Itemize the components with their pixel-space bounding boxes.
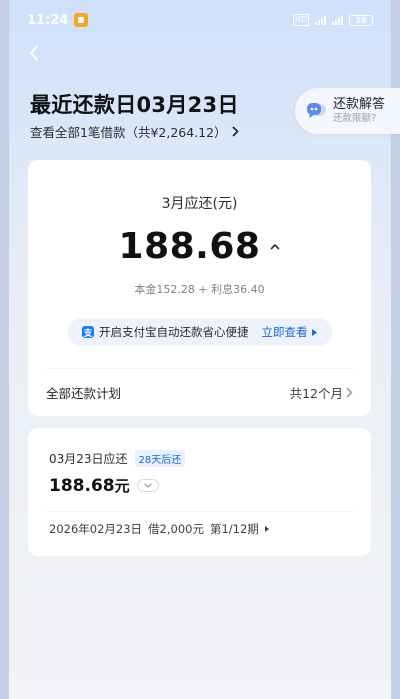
status-indicators: HD 29 [292,14,373,26]
signal-icon [315,15,326,25]
card-divider [46,511,353,512]
triangle-right-icon [311,328,317,336]
due-row: 03月23日应还 28天后还 [49,450,186,467]
faq-text: 还款解答 还款限额? [333,97,385,125]
plan-count: 共12个月 [290,383,353,402]
loan-detail-row[interactable]: 2026年02月23日 借2,000元 第1/12期 [49,521,269,537]
loan-period: 第1/12期 [209,522,259,536]
due-date-label: 03月23日应还 [49,452,128,466]
chat-bubble-icon [305,101,327,121]
principal-interest-breakdown: 本金152.28 + 利息36.40 [134,283,265,296]
current-bill-card: 3月应还(元) 188.68 本金152.28 + 利息36.40 支 开启支付… [28,160,371,416]
chevron-right-icon [232,126,238,137]
battery-icon: 29 [349,14,373,26]
repayment-faq-button[interactable]: 还款解答 还款限额? [295,88,400,134]
left-edge [0,0,9,699]
bill-amount: 188.68 [118,226,261,267]
bill-month-label: 3月应还(元) [161,196,238,212]
repayment-plan-row[interactable]: 全部还款计划 共12个月 [46,369,353,415]
next-amount-row: 188.68元 [49,475,159,496]
promo-link-label: 立即查看 [261,325,308,339]
back-button[interactable] [22,40,46,66]
notification-app-icon [74,13,89,27]
days-remaining-badge: 28天后还 [134,450,186,467]
chevron-left-icon [30,45,38,61]
signal-icon-2 [332,15,343,25]
all-loans-label: 查看全部1笔借款（共¥2,264.12） [30,125,227,140]
faq-subtitle: 还款限额? [333,113,377,124]
alipay-autopay-banner[interactable]: 支 开启支付宝自动还款省心便捷 立即查看 [68,318,332,346]
next-bill-unit: 元 [114,477,130,495]
chevron-up-icon [271,244,280,250]
promo-view-link[interactable]: 立即查看 [262,324,317,340]
next-bill-amount: 188.68 [49,476,115,496]
promo-text: 开启支付宝自动还款省心便捷 [99,325,249,339]
bill-amount-row[interactable]: 188.68 [28,226,371,267]
chevron-right-icon [346,387,353,397]
triangle-right-icon [264,526,269,532]
plan-count-label: 共12个月 [289,385,343,401]
all-loans-link[interactable]: 查看全部1笔借款（共¥2,264.12） [30,122,239,141]
next-bill-card: 03月23日应还 28天后还 188.68元 2026年02月23日 借2,00… [28,428,371,556]
loan-date: 2026年02月23日 [49,522,143,536]
plan-label: 全部还款计划 [46,385,122,401]
hd-indicator: HD [292,14,309,26]
loan-amount: 借2,000元 [148,522,204,536]
battery-level: 29 [355,15,367,25]
status-bar: 11:24 HD 29 [9,0,391,40]
status-time: 11:24 [27,12,69,28]
expand-details-button[interactable] [136,479,159,492]
faq-title: 还款解答 [333,97,386,112]
alipay-icon: 支 [82,326,94,339]
page-title: 最近还款日03月23日 [30,93,239,117]
chevron-down-icon [143,483,152,488]
